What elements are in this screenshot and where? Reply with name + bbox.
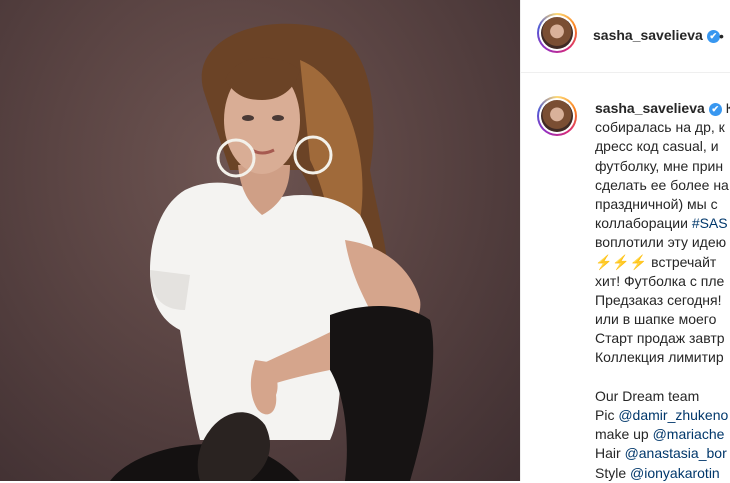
hashtag-link[interactable]: #SAS [692,215,728,231]
post-header: sasha_savelieva ✔ • [521,0,730,73]
caption-line: хит! Футболка с пле [595,272,725,289]
mention-link[interactable]: @mariache [653,426,725,442]
caption-line: коллаборации #SAS [595,215,728,232]
avatar[interactable] [537,13,577,53]
credit-line: Hair @anastasia_bor [595,445,727,462]
verified-badge-icon: ✔ [706,30,720,43]
post-caption: sasha_savelieva ✔ К собиралась на др, к д… [595,99,730,483]
caption-line: Our Dream team [595,387,700,404]
caption-line: Предзаказ сегодня! [595,291,722,308]
caption-line: или в шапке моего [595,311,717,328]
caption-line: собиралась на др, к [595,119,725,136]
mention-link[interactable]: @damir_zhukeno [618,407,728,423]
credit-line: Style @ionyakarotin [595,464,720,481]
caption-username-link[interactable]: sasha_savelieva ✔ [595,100,722,116]
caption-line: Коллекция лимитир [595,349,724,366]
caption-line: футболку, мне прин [595,157,724,174]
credit-line: make up @mariache [595,426,725,443]
caption-line: сделать ее более на [595,176,729,193]
lightning-icon: ⚡⚡⚡ [595,253,648,270]
more-options-icon[interactable]: • [719,28,724,44]
post-side-panel: sasha_savelieva ✔ • sasha_savelieva ✔ К со… [520,0,730,481]
caption-first-word: К [725,100,730,116]
caption-line: праздничной) мы с [595,195,718,212]
caption-line: Старт продаж завтр [595,330,725,347]
username-text[interactable]: sasha_savelieva [593,27,703,43]
username-link[interactable]: sasha_savelieva ✔ [593,27,720,43]
post-photo[interactable] [0,0,520,481]
caption-line: дресс код casual, и [595,138,719,155]
caption-avatar[interactable] [537,96,577,136]
woman-portrait-image [110,23,434,481]
caption-line: воплотили эту идею [595,234,727,251]
credit-line: Pic @damir_zhukeno [595,407,729,423]
caption-line [595,368,730,387]
caption-line: ⚡⚡⚡ встречайт [595,253,717,270]
caption-verified-icon: ✔ [708,103,722,116]
mention-link[interactable]: @anastasia_bor [625,445,727,461]
mention-link[interactable]: @ionyakarotin [630,465,720,481]
